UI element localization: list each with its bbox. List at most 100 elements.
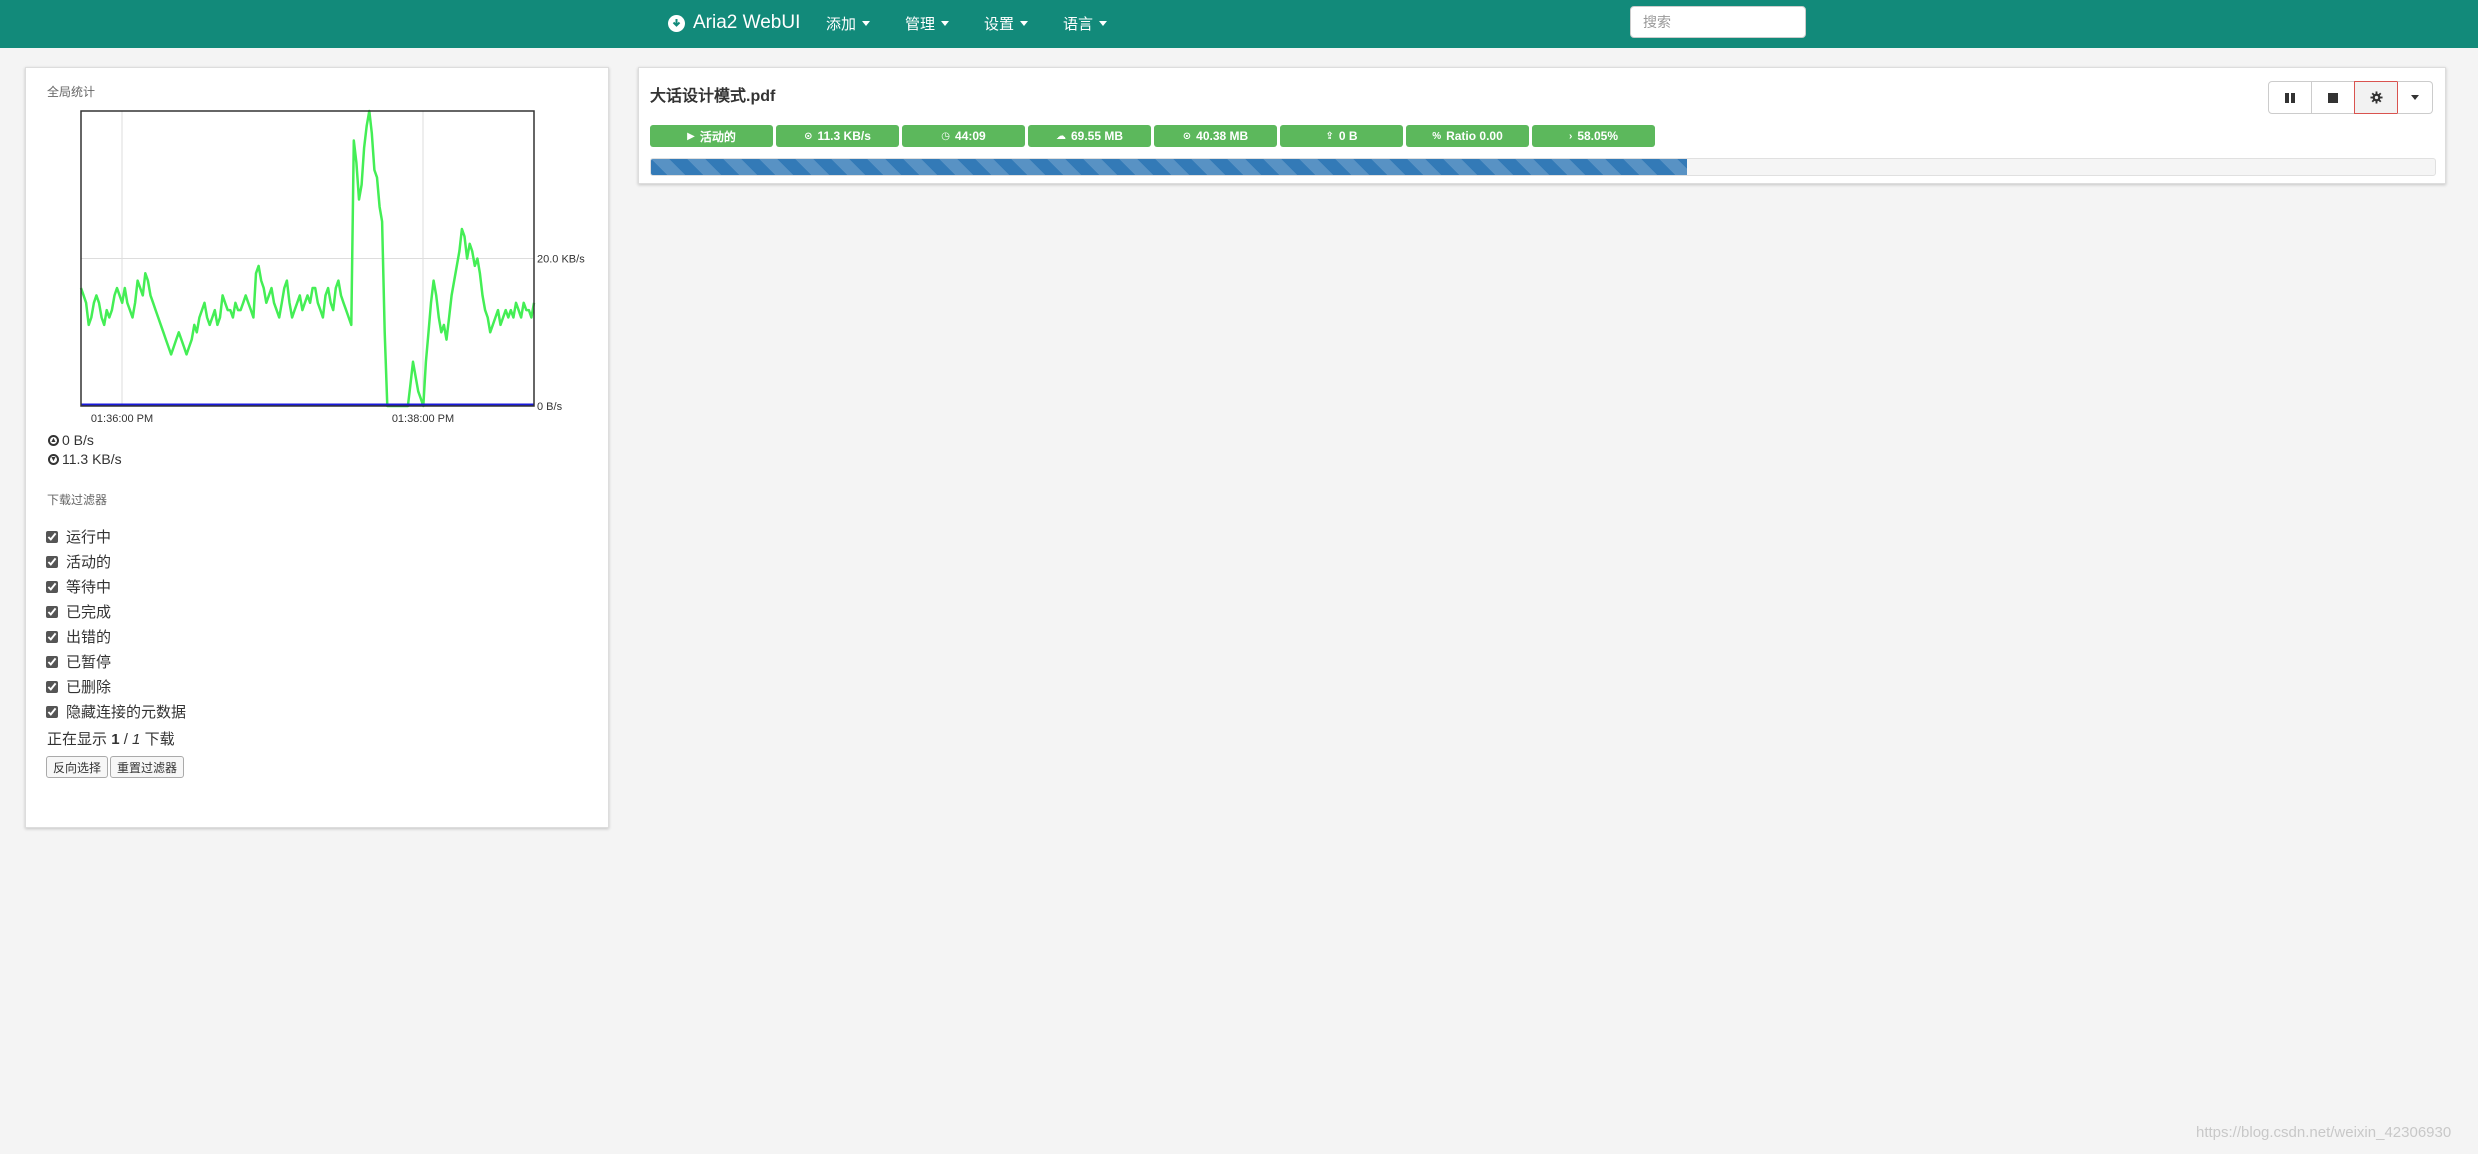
y-tick-label: 20.0 KB/s bbox=[537, 254, 585, 266]
menu-add[interactable]: 添加 bbox=[826, 13, 871, 34]
progress-fill bbox=[651, 159, 1687, 175]
filter-label: 活动的 bbox=[66, 554, 112, 571]
watermark: https://blog.csdn.net/weixin_42306930 bbox=[2196, 1124, 2452, 1141]
badge-text: Ratio 0.00 bbox=[1446, 129, 1503, 143]
status-badge: ◷ 44:09 bbox=[902, 125, 1025, 147]
filter-item[interactable]: 已删除 bbox=[46, 674, 186, 699]
filter-label: 已删除 bbox=[66, 679, 112, 696]
status-badge: ▶ 活动的 bbox=[650, 125, 773, 147]
speed-chart: 01:36:00 PM 01:38:00 PM 20.0 KB/s 0 B/s bbox=[26, 68, 610, 488]
upload-speed-icon: ▲ bbox=[48, 434, 59, 446]
clock-icon: ◷ bbox=[941, 130, 951, 142]
filter-checkbox[interactable] bbox=[46, 655, 58, 668]
filter-label: 已暂停 bbox=[66, 654, 112, 671]
pause-icon bbox=[2285, 92, 2295, 103]
caret-down-icon bbox=[2411, 95, 2419, 100]
filter-title: 下载过滤器 bbox=[47, 493, 108, 507]
caret-down-icon bbox=[1020, 20, 1029, 26]
top-navbar: Aria2 WebUI 添加 管理 设置 语言 bbox=[0, 0, 2478, 48]
x-tick-label: 01:36:00 PM bbox=[91, 413, 153, 425]
x-tick-label: 01:38:00 PM bbox=[392, 413, 454, 425]
status-badge: ☁ 69.55 MB bbox=[1028, 125, 1151, 147]
menu-manage[interactable]: 管理 bbox=[905, 13, 950, 34]
download-item[interactable]: 大话设计模式.pdf ▶ 活动的 ⊙ 11.3 KB/s ◷ 44:09 ☁ 69.55 MB… bbox=[638, 67, 2446, 184]
showing-count: 正在显示 1 / 1 下载 bbox=[47, 728, 175, 749]
filter-checkbox[interactable] bbox=[46, 555, 58, 568]
menu-settings-label: 设置 bbox=[984, 15, 1015, 33]
gear-icon bbox=[2369, 91, 2383, 104]
filter-label: 等待中 bbox=[66, 579, 112, 596]
upload-speed-value: 0 B/s bbox=[62, 432, 94, 448]
filter-item[interactable]: 已暂停 bbox=[46, 649, 186, 674]
settings-button[interactable] bbox=[2354, 81, 2398, 114]
menu-language-label: 语言 bbox=[1063, 15, 1094, 33]
stop-icon bbox=[2328, 92, 2338, 103]
download-speed-value: 11.3 KB/s bbox=[62, 451, 122, 467]
showing-current: 1 bbox=[111, 731, 120, 748]
caret-down-icon bbox=[862, 20, 871, 26]
filter-checkbox[interactable] bbox=[46, 530, 58, 543]
status-badge: ⊙ 11.3 KB/s bbox=[776, 125, 899, 147]
filter-label: 运行中 bbox=[66, 529, 112, 546]
invert-selection-button[interactable]: 反向选择 bbox=[46, 756, 109, 778]
filter-checkbox[interactable] bbox=[46, 605, 58, 618]
filter-item[interactable]: 隐藏连接的元数据 bbox=[46, 699, 186, 724]
nav-menu: 添加 管理 设置 语言 bbox=[826, 0, 1142, 46]
filter-checkbox[interactable] bbox=[46, 630, 58, 643]
brand-link[interactable]: Aria2 WebUI bbox=[668, 0, 800, 46]
badge-text: 58.05% bbox=[1577, 129, 1619, 143]
caret-down-icon bbox=[1099, 20, 1108, 26]
filter-item[interactable]: 等待中 bbox=[46, 574, 186, 599]
status-badge: ⇪ 0 B bbox=[1280, 125, 1403, 147]
filter-checkbox[interactable] bbox=[46, 705, 58, 718]
filter-label: 已完成 bbox=[66, 604, 112, 621]
badge-text: 44:09 bbox=[955, 129, 986, 143]
filter-item[interactable]: 活动的 bbox=[46, 549, 186, 574]
stop-button[interactable] bbox=[2311, 81, 2355, 114]
reset-filters-button[interactable]: 重置过滤器 bbox=[110, 756, 185, 778]
filter-item[interactable]: 已完成 bbox=[46, 599, 186, 624]
downloaded-icon: ⊙ bbox=[1182, 130, 1192, 142]
more-options-button[interactable] bbox=[2397, 81, 2433, 114]
filter-item[interactable]: 出错的 bbox=[46, 624, 186, 649]
search-input[interactable] bbox=[1630, 6, 1806, 38]
filter-label: 隐藏连接的元数据 bbox=[66, 704, 187, 721]
menu-settings[interactable]: 设置 bbox=[984, 13, 1029, 34]
filter-checkbox[interactable] bbox=[46, 680, 58, 693]
filter-item[interactable]: 运行中 bbox=[46, 524, 186, 549]
showing-total: 1 bbox=[132, 731, 141, 748]
caret-down-icon bbox=[941, 20, 950, 26]
badge-text: 40.38 MB bbox=[1196, 129, 1249, 143]
download-speed-icon: ⊙ bbox=[804, 130, 813, 142]
speed-chart-svg: 01:36:00 PM 01:38:00 PM 20.0 KB/s 0 B/s bbox=[79, 109, 585, 425]
status-badge: % Ratio 0.00 bbox=[1406, 125, 1529, 147]
badge-text: 69.55 MB bbox=[1070, 129, 1124, 143]
badge-text: 活动的 bbox=[699, 129, 736, 144]
download-speed: ▼ 11.3 KB/s bbox=[48, 451, 122, 467]
chevron-right-icon: › bbox=[1568, 130, 1573, 142]
status-badge: › 58.05% bbox=[1532, 125, 1655, 147]
pause-button[interactable] bbox=[2268, 81, 2312, 114]
badge-text: 0 B bbox=[1338, 129, 1358, 143]
y-tick-label: 0 B/s bbox=[537, 401, 563, 413]
filter-label: 出错的 bbox=[66, 629, 112, 646]
cloud-download-icon: ☁ bbox=[1055, 130, 1066, 142]
showing-sep: / bbox=[123, 731, 128, 748]
download-controls bbox=[2268, 81, 2433, 114]
status-badge: ⊙ 40.38 MB bbox=[1154, 125, 1277, 147]
menu-manage-label: 管理 bbox=[905, 15, 936, 33]
filter-checkbox[interactable] bbox=[46, 580, 58, 593]
showing-prefix: 正在显示 bbox=[47, 731, 108, 748]
download-circle-icon bbox=[668, 14, 685, 32]
brand-title: Aria2 WebUI bbox=[693, 12, 801, 33]
upload-icon: ⇪ bbox=[1325, 130, 1334, 142]
download-name: 大话设计模式.pdf bbox=[650, 88, 776, 105]
download-badges: ▶ 活动的 ⊙ 11.3 KB/s ◷ 44:09 ☁ 69.55 MB ⊙ 40.38 MB ⇪ 0… bbox=[650, 125, 1655, 147]
download-speed-icon: ▼ bbox=[48, 453, 59, 465]
menu-language[interactable]: 语言 bbox=[1063, 13, 1108, 34]
showing-suffix: 下载 bbox=[144, 731, 175, 748]
progress-bar bbox=[650, 158, 2436, 176]
upload-speed: ▲ 0 B/s bbox=[48, 432, 94, 448]
play-icon: ▶ bbox=[687, 130, 695, 142]
ratio-icon: % bbox=[1432, 130, 1442, 142]
